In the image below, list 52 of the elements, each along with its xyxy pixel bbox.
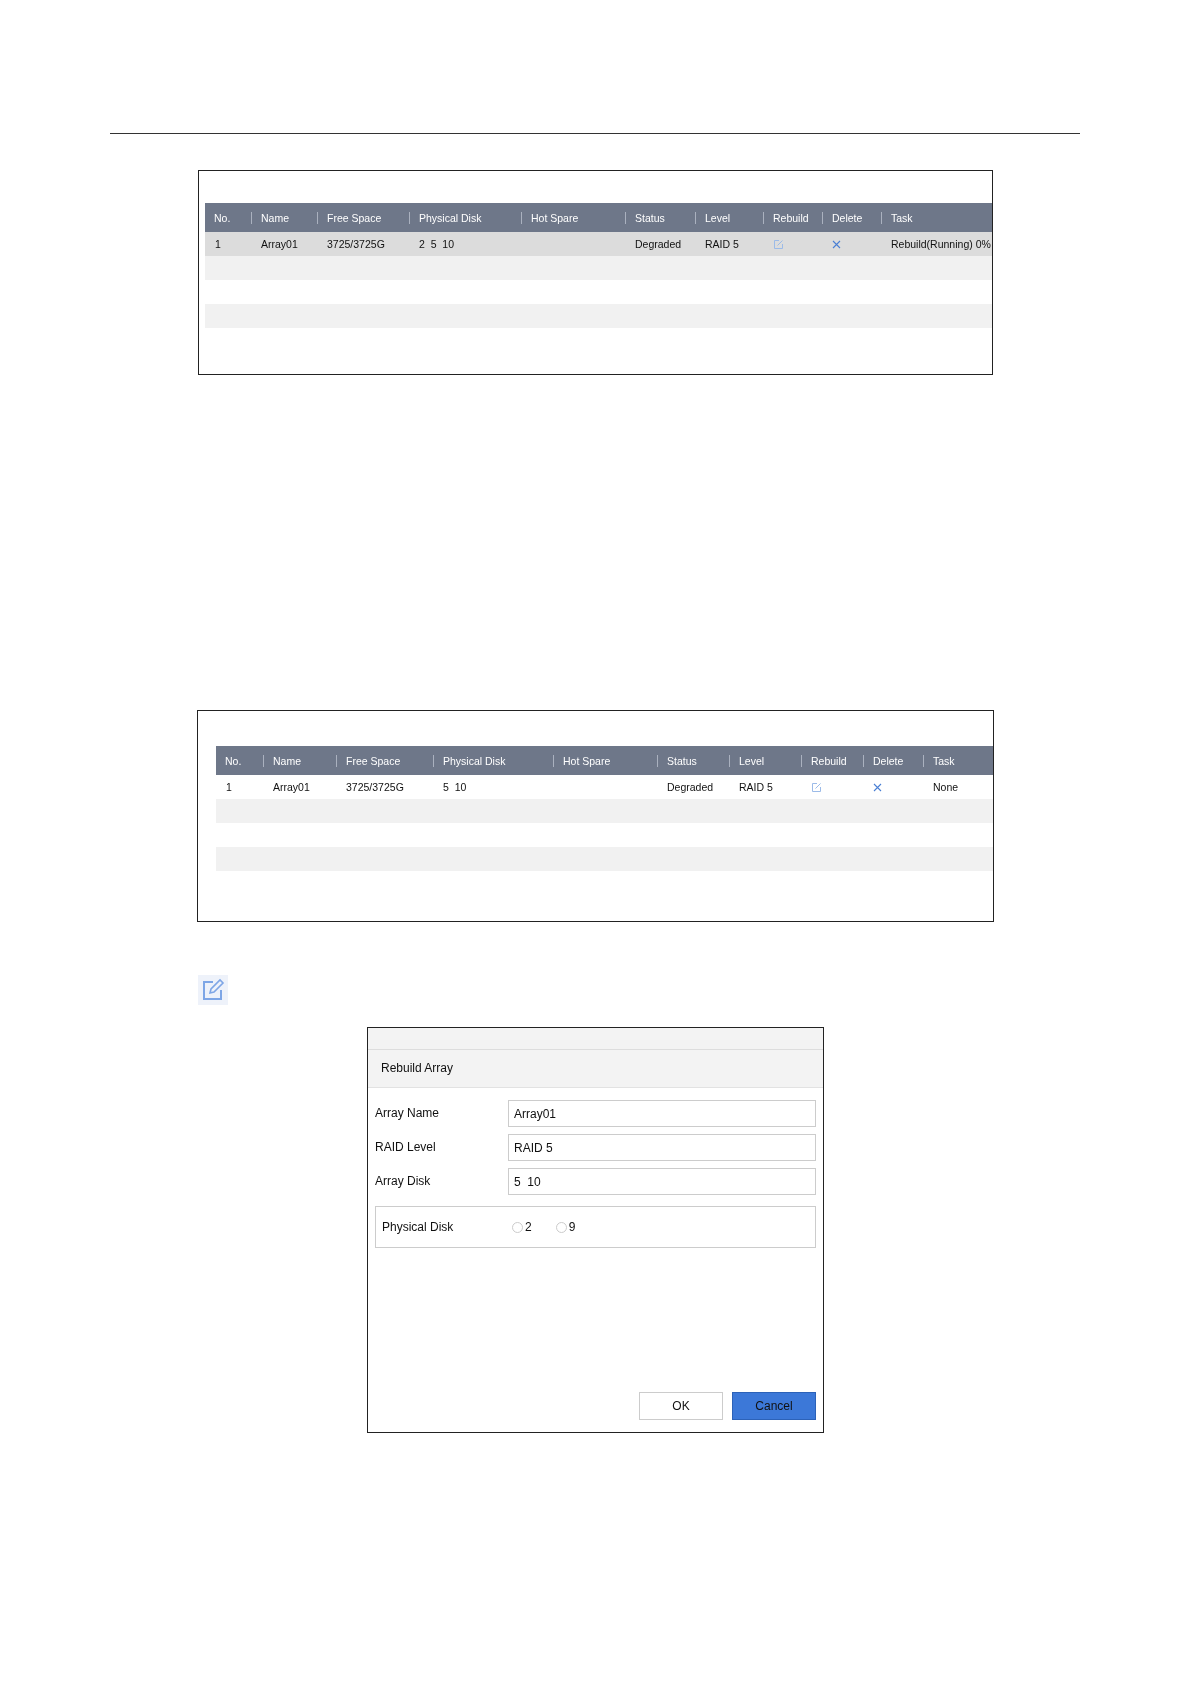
table-cell: 1 [215,238,221,250]
input-field[interactable]: RAID 5 [508,1133,816,1161]
column-header: Task [923,754,955,767]
field-label: RAID Level [375,1140,437,1154]
input-field[interactable]: Array01 [508,1099,816,1127]
table-cell: Array01 [261,238,298,250]
column-header: Physical Disk [433,754,506,767]
table-cell: 3725/3725G [346,781,404,793]
column-header: Rebuild [801,754,847,767]
field-label: Array Disk [375,1174,432,1188]
column-header: Physical Disk [409,211,482,224]
table-cell: None [933,781,959,793]
table-cell: 5 10 [443,781,467,793]
cancel-button[interactable]: Cancel [732,1392,816,1420]
column-header: Name [251,211,289,224]
table-cell: Array01 [273,781,310,793]
column-header: Level [729,754,765,767]
ok-button[interactable]: OK [639,1392,723,1420]
table-cell: RAID 5 [705,238,739,250]
column-header: Task [881,211,913,224]
column-header: Status [625,211,665,224]
edit-icon[interactable] [811,781,822,793]
close-icon[interactable] [873,782,882,792]
column-header: Name [263,754,301,767]
table-cell: 3725/3725G [327,238,385,250]
table-row[interactable]: 1 Array01 3725/3725G 2 5 10 Degraded RAID 5 Rebuild(Running) 0% [205,232,992,256]
edit-icon[interactable] [773,238,784,250]
field-label: Physical Disk [382,1220,455,1234]
input-field[interactable]: 5 10 [508,1167,816,1195]
column-header: No. [224,754,242,767]
column-header: No. [213,211,231,224]
table-cell: RAID 5 [739,781,773,793]
table-cell: Degraded [667,781,714,793]
column-header: Delete [822,211,863,224]
table-cell: Degraded [635,238,682,250]
column-header: Free Space [317,211,382,224]
edit-icon [198,975,228,1005]
column-header: Level [695,211,731,224]
radio-option[interactable]: 2 [512,1220,532,1234]
table-cell: 2 5 10 [419,238,455,250]
column-header: Rebuild [763,211,809,224]
column-header: Delete [863,754,904,767]
table-cell: 1 [226,781,232,793]
column-header: Status [657,754,697,767]
radio-option[interactable]: 9 [555,1220,576,1234]
column-header: Hot Spare [521,211,579,224]
table-cell: Rebuild(Running) 0% [891,238,991,250]
field-label: Array Name [375,1106,440,1120]
column-header: Free Space [336,754,401,767]
close-icon[interactable] [832,239,841,249]
dialog-title: Rebuild Array [368,1050,823,1088]
column-header: Hot Spare [553,754,611,767]
